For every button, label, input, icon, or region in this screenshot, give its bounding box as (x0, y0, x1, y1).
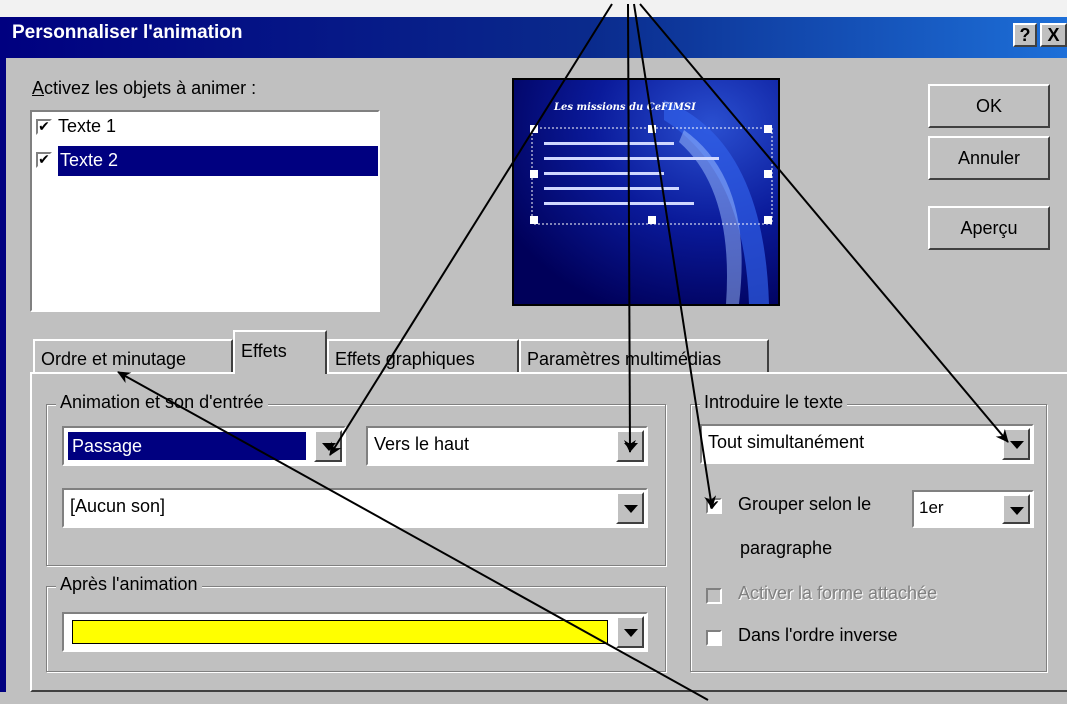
chevron-down-icon[interactable] (1002, 428, 1030, 460)
checkbox-texte1[interactable]: ✔ (36, 119, 52, 135)
after-group-label: Après l'animation (56, 574, 202, 595)
objects-label: Activez les objets à animer : (32, 78, 257, 98)
group-by-label: Grouper selon le (738, 494, 872, 514)
cancel-button[interactable]: Annuler (928, 136, 1050, 180)
tab-effets-graphiques[interactable]: Effets graphiques (327, 339, 519, 373)
text-intro-group-label: Introduire le texte (700, 392, 848, 413)
tab-ordre-et-minutage[interactable]: Ordre et minutage (33, 339, 233, 373)
ok-button[interactable]: OK (928, 84, 1050, 128)
tab-parametres-multimedias[interactable]: Paramètres multimédias (519, 339, 769, 373)
chevron-down-icon[interactable] (314, 430, 342, 462)
group-by-suffix: paragraphe (740, 538, 833, 558)
tab-effets[interactable]: Effets (233, 330, 327, 374)
slide-title: Les missions du CeFIMSI (554, 102, 696, 113)
direction-select[interactable]: Vers le haut (366, 426, 648, 466)
group-level-select[interactable]: 1er (912, 490, 1034, 528)
after-color-swatch (72, 620, 608, 644)
sound-value: [Aucun son] (70, 496, 166, 516)
help-button[interactable]: ? (1013, 23, 1037, 47)
window-border (0, 58, 6, 704)
chevron-down-icon[interactable] (616, 616, 644, 648)
direction-value: Vers le haut (374, 434, 470, 454)
chevron-down-icon[interactable] (616, 430, 644, 462)
effect-select[interactable]: Passage (62, 426, 346, 466)
list-item-label: Texte 2 (58, 146, 378, 176)
preview-button[interactable]: Aperçu (928, 206, 1050, 250)
effect-value: Passage (68, 432, 306, 460)
text-intro-value: Tout simultanément (708, 432, 865, 452)
preview-button-label: Aperçu (960, 218, 1018, 238)
dialog-bottom (0, 692, 1067, 704)
sound-select[interactable]: [Aucun son] (62, 488, 648, 528)
attached-shape-label: Activer la forme attachée (738, 583, 938, 603)
background-strip (0, 0, 1067, 17)
list-item[interactable]: ✔ Texte 1 (36, 116, 376, 138)
text-intro-select[interactable]: Tout simultanément (700, 424, 1034, 464)
checkbox-texte2[interactable]: ✔ (36, 152, 52, 168)
group-level-value: 1er (919, 498, 944, 517)
reverse-order-label: Dans l'ordre inverse (738, 625, 898, 645)
chevron-down-icon[interactable] (1002, 494, 1030, 524)
list-item[interactable]: ✔ Texte 2 (36, 146, 378, 176)
after-color-select[interactable] (62, 612, 648, 652)
slide-preview: Les missions du CeFIMSI (512, 78, 780, 306)
entry-group-label: Animation et son d'entrée (56, 392, 268, 413)
chevron-down-icon[interactable] (616, 492, 644, 524)
window-title: Personnaliser l'animation (12, 22, 243, 43)
close-button[interactable]: X (1040, 23, 1067, 47)
reverse-order-checkbox[interactable] (706, 630, 722, 646)
list-item-label: Texte 1 (58, 116, 117, 136)
group-by-checkbox[interactable]: ✔ (706, 498, 722, 514)
objects-list[interactable]: ✔ Texte 1 ✔ Texte 2 (30, 110, 380, 312)
attached-shape-checkbox[interactable] (706, 588, 722, 604)
